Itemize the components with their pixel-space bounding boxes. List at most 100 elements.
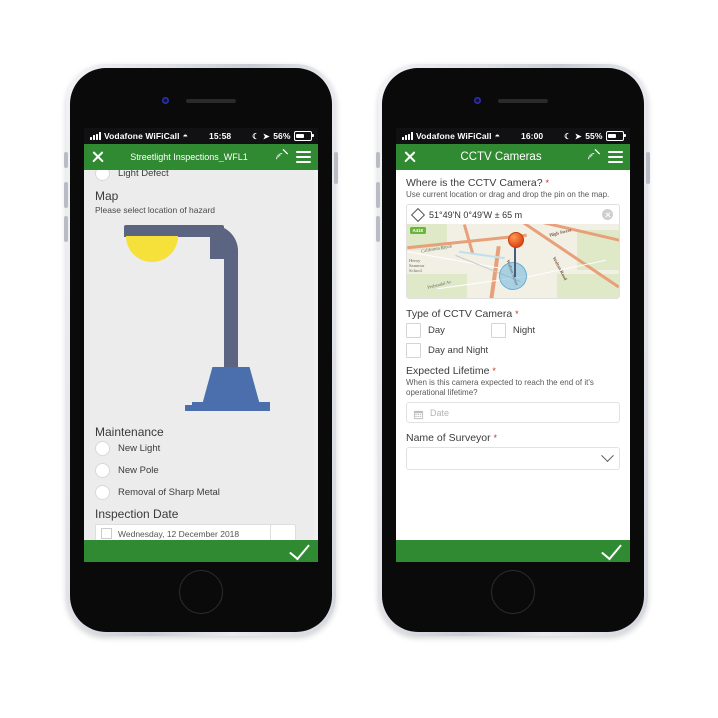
- home-button[interactable]: [491, 570, 535, 614]
- form-scroll-area-cctv[interactable]: Where is the CCTV Camera? * Use current …: [396, 170, 630, 540]
- moon-icon: ☾: [252, 131, 260, 141]
- streetlight-form: Light Defect Map Please select location …: [84, 170, 318, 540]
- checkbox-item-day-and-night[interactable]: Day and Night: [406, 343, 488, 358]
- chevron-down-icon[interactable]: [601, 449, 614, 463]
- carrier-label: Vodafone WiFiCall: [104, 131, 180, 141]
- location-help-text: Use current location or drag and drop th…: [406, 190, 610, 199]
- volume-up-button[interactable]: [376, 182, 380, 208]
- streetlight-illustration: [95, 219, 307, 419]
- option-label-new-pole: New Pole: [118, 465, 159, 476]
- radio-removal-sharp-metal[interactable]: [95, 485, 110, 500]
- option-label-new-light: New Light: [118, 443, 161, 454]
- form-scroll-area-streetlight[interactable]: Light Defect Map Please select location …: [84, 170, 318, 540]
- earpiece-speaker: [498, 99, 548, 103]
- radio-new-light[interactable]: [95, 441, 110, 456]
- volume-down-button[interactable]: [64, 216, 68, 242]
- option-row-removal-sharp-metal[interactable]: Removal of Sharp Metal: [95, 485, 307, 500]
- scrollbar-track[interactable]: [314, 170, 318, 540]
- option-label-light-defect: Light Defect: [118, 170, 169, 179]
- battery-icon: [294, 131, 314, 141]
- checkbox-item-night[interactable]: Night: [490, 323, 536, 338]
- location-picker[interactable]: 51°49'N 0°49'W ± 65 m A418 High Street W…: [406, 204, 620, 299]
- type-question-label: Type of CCTV Camera *: [406, 308, 620, 320]
- inspection-date-value: Wednesday, 12 December 2018: [118, 528, 240, 539]
- status-bar: Vodafone WiFiCall ◓ 15:58 ☾ ➤ 56%: [84, 128, 318, 144]
- moon-icon: ☾: [564, 131, 572, 141]
- date-placeholder: Date: [430, 407, 450, 418]
- coordinates-row[interactable]: 51°49'N 0°49'W ± 65 m: [407, 205, 619, 224]
- checkbox-item-day[interactable]: Day: [406, 323, 445, 338]
- status-bar-right: ☾ ➤ 55%: [564, 131, 626, 141]
- checkbox-label-day: Day: [428, 325, 445, 336]
- satellite-icon[interactable]: [274, 147, 290, 168]
- map-route-badge: A418: [410, 227, 426, 234]
- location-question-label: Where is the CCTV Camera? *: [406, 177, 620, 189]
- submit-bar: [84, 538, 318, 562]
- hamburger-menu-icon[interactable]: [296, 150, 311, 164]
- map-label-high-street: High Street: [548, 227, 572, 238]
- phone-screen-cctv: Vodafone WiFiCall ◓ 16:00 ☾ ➤ 55% CCTV C…: [396, 128, 630, 562]
- volume-down-button[interactable]: [376, 216, 380, 242]
- volume-up-button[interactable]: [64, 182, 68, 208]
- checkmark-icon[interactable]: [289, 538, 310, 561]
- option-label-removal-sharp-metal: Removal of Sharp Metal: [118, 487, 220, 498]
- cctv-form: Where is the CCTV Camera? * Use current …: [396, 170, 630, 540]
- location-arrow-icon: ➤: [262, 131, 270, 141]
- phone-device-streetlight: Vodafone WiFiCall ◓ 15:58 ☾ ➤ 56% Street…: [64, 64, 338, 636]
- status-bar-clock: 16:00: [521, 131, 544, 141]
- phone-device-cctv: Vodafone WiFiCall ◓ 16:00 ☾ ➤ 55% CCTV C…: [376, 64, 650, 636]
- type-options-row-1: Day Night: [406, 323, 620, 338]
- coordinates-value: 51°49'N 0°49'W ± 65 m: [429, 209, 523, 220]
- checkbox-inspection-date[interactable]: [101, 528, 112, 539]
- lifetime-help-text: When is this camera expected to reach th…: [406, 378, 594, 397]
- radio-new-pole[interactable]: [95, 463, 110, 478]
- front-camera-icon: [162, 97, 169, 104]
- mute-switch[interactable]: [64, 152, 68, 168]
- carrier-label: Vodafone WiFiCall: [416, 131, 492, 141]
- map-pin-head: [508, 232, 524, 248]
- lamp-base: [202, 367, 260, 405]
- map-section-title: Map: [95, 189, 119, 203]
- clear-location-icon[interactable]: [602, 209, 613, 220]
- checkbox-day[interactable]: [406, 323, 421, 338]
- inspection-date-field[interactable]: Wednesday, 12 December 2018: [95, 524, 277, 540]
- battery-percent-label: 55%: [585, 131, 603, 141]
- type-options-row-2: Day and Night: [406, 343, 620, 358]
- close-icon[interactable]: [91, 151, 104, 164]
- status-bar-clock: 15:58: [209, 131, 232, 141]
- option-row-light-defect[interactable]: Light Defect: [95, 170, 307, 181]
- checkbox-label-day-and-night: Day and Night: [428, 345, 489, 356]
- inspection-date-clear-button[interactable]: [270, 524, 296, 540]
- mute-switch[interactable]: [376, 152, 380, 168]
- close-icon[interactable]: [403, 151, 416, 164]
- option-row-new-light[interactable]: New Light: [95, 441, 307, 456]
- power-button[interactable]: [334, 152, 338, 184]
- status-bar: Vodafone WiFiCall ◓ 16:00 ☾ ➤ 55%: [396, 128, 630, 144]
- power-button[interactable]: [646, 152, 650, 184]
- checkbox-label-night: Night: [512, 325, 536, 336]
- checkmark-icon[interactable]: [601, 538, 622, 561]
- wifi-icon: ◓: [494, 130, 501, 141]
- status-bar-left: Vodafone WiFiCall ◓: [402, 131, 500, 141]
- surveyor-select[interactable]: [406, 447, 620, 470]
- maintenance-title: Maintenance: [95, 425, 164, 439]
- wifi-icon: ◓: [182, 130, 189, 141]
- option-row-new-pole[interactable]: New Pole: [95, 463, 307, 478]
- location-map[interactable]: A418 High Street Walton Road Prebendal A…: [407, 224, 619, 298]
- compass-icon: [410, 207, 426, 222]
- status-bar-right: ☾ ➤ 56%: [252, 131, 314, 141]
- radio-light-defect[interactable]: [95, 170, 110, 181]
- inspection-date-title: Inspection Date: [95, 507, 179, 521]
- phone-screen-streetlight: Vodafone WiFiCall ◓ 15:58 ☾ ➤ 56% Street…: [84, 128, 318, 562]
- required-asterisk: *: [492, 366, 496, 376]
- app-bar-title: Streetlight Inspections_WFL1: [130, 152, 248, 162]
- checkbox-night[interactable]: [490, 323, 506, 338]
- expected-lifetime-date-input[interactable]: Date: [406, 402, 620, 423]
- type-question-text: Type of CCTV Camera: [406, 308, 513, 320]
- signal-bars-icon: [90, 132, 101, 140]
- lamp-plinth-shadow: [185, 405, 245, 411]
- home-button[interactable]: [179, 570, 223, 614]
- hamburger-menu-icon[interactable]: [608, 150, 623, 164]
- satellite-icon[interactable]: [586, 147, 602, 168]
- checkbox-day-and-night[interactable]: [406, 343, 421, 358]
